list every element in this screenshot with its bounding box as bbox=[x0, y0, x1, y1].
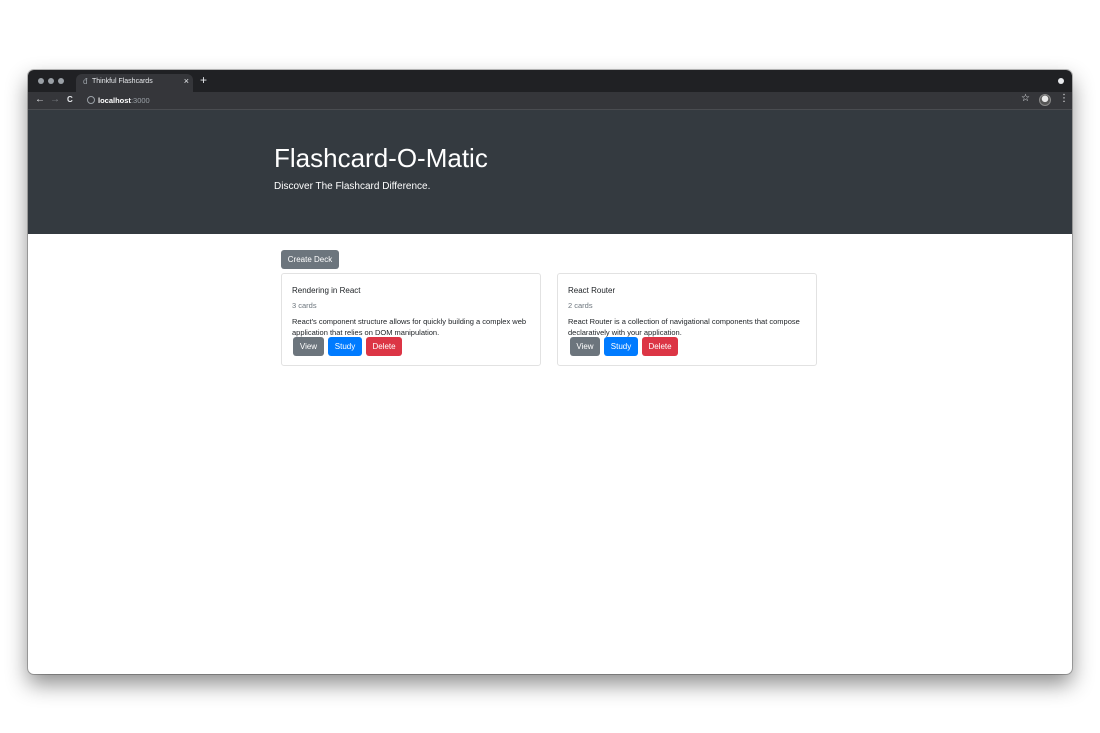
url-text: localhost:3000 bbox=[98, 96, 150, 105]
extension-icon[interactable] bbox=[1058, 78, 1064, 84]
forward-arrow-icon[interactable]: → bbox=[50, 94, 60, 105]
delete-deck-button[interactable]: Delete bbox=[366, 337, 402, 356]
minimize-window-dot[interactable] bbox=[48, 78, 54, 84]
browser-window: đ Thinkful Flashcards × + ← → C localhos… bbox=[28, 70, 1072, 674]
study-deck-button[interactable]: Study bbox=[328, 337, 362, 356]
deck-card-count: 3 cards bbox=[292, 301, 317, 310]
url-host: localhost bbox=[98, 96, 131, 105]
document-icon: đ bbox=[83, 77, 88, 86]
tab-close-icon[interactable]: × bbox=[184, 76, 189, 86]
close-window-dot[interactable] bbox=[38, 78, 44, 84]
view-deck-button[interactable]: View bbox=[293, 337, 324, 356]
page-header: Flashcard-O-Matic Discover The Flashcard… bbox=[28, 110, 1072, 234]
maximize-window-dot[interactable] bbox=[58, 78, 64, 84]
address-bar[interactable]: localhost:3000 bbox=[81, 94, 1012, 107]
study-deck-button[interactable]: Study bbox=[604, 337, 638, 356]
deck-name: Rendering in React bbox=[292, 286, 361, 295]
deck-card-count: 2 cards bbox=[568, 301, 593, 310]
tab-title: Thinkful Flashcards bbox=[92, 78, 153, 85]
kebab-menu-icon[interactable]: ⋮ bbox=[1059, 93, 1069, 104]
new-tab-button[interactable]: + bbox=[200, 73, 207, 87]
deck-description: React's component structure allows for q… bbox=[292, 317, 527, 337]
deck-description: React Router is a collection of navigati… bbox=[568, 317, 800, 337]
view-deck-button[interactable]: View bbox=[570, 337, 600, 356]
browser-tab[interactable]: đ Thinkful Flashcards × bbox=[76, 74, 193, 92]
page-subtitle: Discover The Flashcard Difference. bbox=[274, 181, 431, 192]
avatar[interactable] bbox=[1039, 94, 1051, 106]
deck-name: React Router bbox=[568, 286, 616, 295]
create-deck-button[interactable]: Create Deck bbox=[281, 250, 339, 269]
browser-toolbar: ← → C localhost:3000 ☆ ⋮ bbox=[28, 92, 1072, 110]
info-icon[interactable] bbox=[87, 96, 95, 104]
page-title: Flashcard-O-Matic bbox=[274, 143, 488, 173]
reload-icon[interactable]: C bbox=[67, 95, 73, 104]
url-port: :3000 bbox=[130, 96, 150, 105]
tab-strip: đ Thinkful Flashcards × + bbox=[28, 70, 1072, 92]
star-icon[interactable]: ☆ bbox=[1021, 93, 1030, 104]
back-arrow-icon[interactable]: ← bbox=[35, 94, 45, 105]
delete-deck-button[interactable]: Delete bbox=[642, 337, 678, 356]
